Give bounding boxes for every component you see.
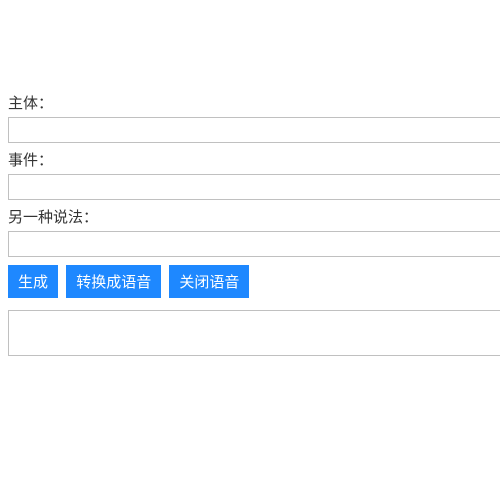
close-speech-button[interactable]: 关闭语音 <box>169 265 249 298</box>
label-event: 事件： <box>8 149 500 170</box>
label-alt: 另一种说法： <box>8 206 500 227</box>
form-container: 主体： 事件： 另一种说法： 生成 转换成语音 关闭语音 <box>0 0 500 360</box>
input-alt[interactable] <box>8 231 500 257</box>
field-alt: 另一种说法： <box>8 206 500 257</box>
field-subject: 主体： <box>8 92 500 143</box>
input-event[interactable] <box>8 174 500 200</box>
label-subject: 主体： <box>8 92 500 113</box>
generate-button[interactable]: 生成 <box>8 265 58 298</box>
output-textarea[interactable] <box>8 310 500 356</box>
input-subject[interactable] <box>8 117 500 143</box>
to-speech-button[interactable]: 转换成语音 <box>66 265 161 298</box>
field-event: 事件： <box>8 149 500 200</box>
button-row: 生成 转换成语音 关闭语音 <box>8 265 500 298</box>
